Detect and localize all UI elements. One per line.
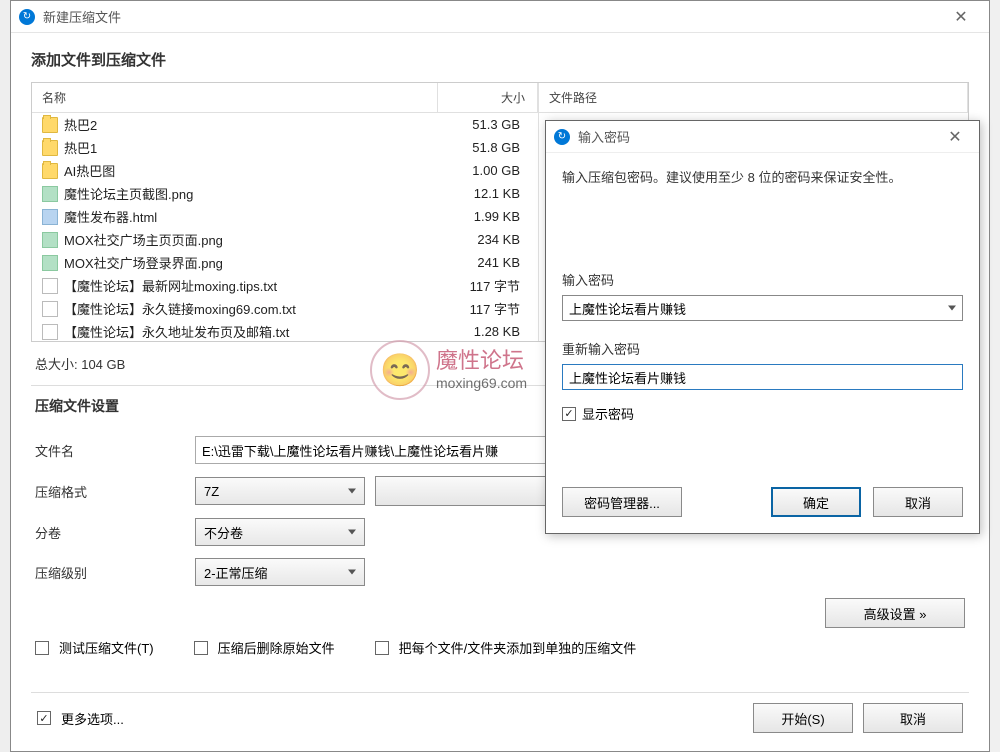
checkbox-show-password[interactable] xyxy=(562,407,576,421)
png-icon xyxy=(42,232,58,248)
png-icon xyxy=(42,255,58,271)
dialog-cancel-button[interactable]: 取消 xyxy=(873,487,963,517)
checkbox-more-options[interactable]: ✓ xyxy=(37,711,51,725)
file-name: 【魔性论坛】永久地址发布页及邮箱.txt xyxy=(64,322,289,341)
checkbox-delete-after[interactable] xyxy=(194,641,208,655)
png-icon xyxy=(42,186,58,202)
format-select[interactable]: 7Z xyxy=(195,477,365,505)
file-size: 51.3 GB xyxy=(428,117,528,132)
file-size: 1.28 KB xyxy=(428,324,528,339)
titlebar: ↻ 新建压缩文件 ✕ xyxy=(11,1,989,33)
cancel-button[interactable]: 取消 xyxy=(863,703,963,733)
main-heading: 添加文件到压缩文件 xyxy=(31,49,969,70)
label-level: 压缩级别 xyxy=(35,563,185,582)
file-name: 【魔性论坛】最新网址moxing.tips.txt xyxy=(64,276,277,295)
password-combobox[interactable]: 上魔性论坛看片赚钱 xyxy=(562,295,963,321)
dialog-ok-button[interactable]: 确定 xyxy=(771,487,861,517)
label-show-password: 显示密码 xyxy=(582,404,634,423)
file-row[interactable]: AI热巴图 1.00 GB xyxy=(32,159,538,182)
checkbox-test[interactable] xyxy=(35,641,49,655)
file-name: 魔性论坛主页截图.png xyxy=(64,184,193,203)
col-name[interactable]: 名称 xyxy=(32,83,438,112)
file-size: 117 字节 xyxy=(428,276,528,295)
file-size: 241 KB xyxy=(428,255,528,270)
window-title: 新建压缩文件 xyxy=(43,7,941,26)
folder-icon xyxy=(42,140,58,156)
txt-icon xyxy=(42,301,58,317)
footer: ✓ 更多选项... 开始(S) 取消 xyxy=(31,692,969,743)
file-row[interactable]: 热巴1 51.8 GB xyxy=(32,136,538,159)
file-row[interactable]: 魔性发布器.html 1.99 KB xyxy=(32,205,538,228)
file-row[interactable]: 热巴2 51.3 GB xyxy=(32,113,538,136)
file-name: 【魔性论坛】永久链接moxing69.com.txt xyxy=(64,299,296,318)
start-button[interactable]: 开始(S) xyxy=(753,703,853,733)
file-row[interactable]: MOX社交广场主页页面.png 234 KB xyxy=(32,228,538,251)
file-name: 魔性发布器.html xyxy=(64,207,157,226)
label-reenter-password: 重新输入密码 xyxy=(562,339,963,358)
advanced-button[interactable]: 高级设置 » xyxy=(825,598,965,628)
level-select[interactable]: 2-正常压缩 xyxy=(195,558,365,586)
app-icon: ↻ xyxy=(554,129,570,145)
html-icon xyxy=(42,209,58,225)
label-volume: 分卷 xyxy=(35,523,185,542)
col-path[interactable]: 文件路径 xyxy=(539,83,968,112)
col-size[interactable]: 大小 xyxy=(438,83,538,112)
label-more-options[interactable]: 更多选项... xyxy=(61,709,124,728)
dialog-hint: 输入压缩包密码。建议使用至少 8 位的密码来保证安全性。 xyxy=(562,167,963,186)
password-confirm-input[interactable] xyxy=(562,364,963,390)
file-name: MOX社交广场主页页面.png xyxy=(64,230,223,249)
file-size: 1.99 KB xyxy=(428,209,528,224)
file-list[interactable]: 名称 大小 热巴2 51.3 GB 热巴1 51.8 GB AI热巴图 1.00 GB 魔性… xyxy=(32,83,538,341)
file-name: 热巴1 xyxy=(64,138,97,157)
txt-icon xyxy=(42,278,58,294)
file-list-header: 名称 大小 xyxy=(32,83,538,113)
password-dialog: ↻ 输入密码 ✕ 输入压缩包密码。建议使用至少 8 位的密码来保证安全性。 输入… xyxy=(545,120,980,534)
password-manager-button[interactable]: 密码管理器... xyxy=(562,487,682,517)
file-name: AI热巴图 xyxy=(64,161,115,180)
file-row[interactable]: 魔性论坛主页截图.png 12.1 KB xyxy=(32,182,538,205)
label-filename: 文件名 xyxy=(35,441,185,460)
file-row[interactable]: MOX社交广场登录界面.png 241 KB xyxy=(32,251,538,274)
label-format: 压缩格式 xyxy=(35,482,185,501)
file-size: 1.00 GB xyxy=(428,163,528,178)
file-row[interactable]: 【魔性论坛】最新网址moxing.tips.txt 117 字节 xyxy=(32,274,538,297)
dialog-titlebar: ↻ 输入密码 ✕ xyxy=(546,121,979,153)
checkbox-each-separate[interactable] xyxy=(375,641,389,655)
file-size: 117 字节 xyxy=(428,299,528,318)
dialog-title: 输入密码 xyxy=(578,127,939,146)
file-name: 热巴2 xyxy=(64,115,97,134)
dialog-close-icon[interactable]: ✕ xyxy=(939,127,971,147)
folder-icon xyxy=(42,163,58,179)
file-size: 51.8 GB xyxy=(428,140,528,155)
txt-icon xyxy=(42,324,58,340)
file-size: 12.1 KB xyxy=(428,186,528,201)
label-each-separate: 把每个文件/文件夹添加到单独的压缩文件 xyxy=(399,638,637,657)
volume-select[interactable]: 不分卷 xyxy=(195,518,365,546)
close-icon[interactable]: ✕ xyxy=(941,7,981,27)
file-row[interactable]: 【魔性论坛】永久链接moxing69.com.txt 117 字节 xyxy=(32,297,538,320)
app-icon: ↻ xyxy=(19,9,35,25)
label-delete-after: 压缩后删除原始文件 xyxy=(218,638,335,657)
folder-icon xyxy=(42,117,58,133)
label-enter-password: 输入密码 xyxy=(562,270,963,289)
file-row[interactable]: 【魔性论坛】永久地址发布页及邮箱.txt 1.28 KB xyxy=(32,320,538,341)
file-name: MOX社交广场登录界面.png xyxy=(64,253,223,272)
label-test: 测试压缩文件(T) xyxy=(59,638,154,657)
file-size: 234 KB xyxy=(428,232,528,247)
